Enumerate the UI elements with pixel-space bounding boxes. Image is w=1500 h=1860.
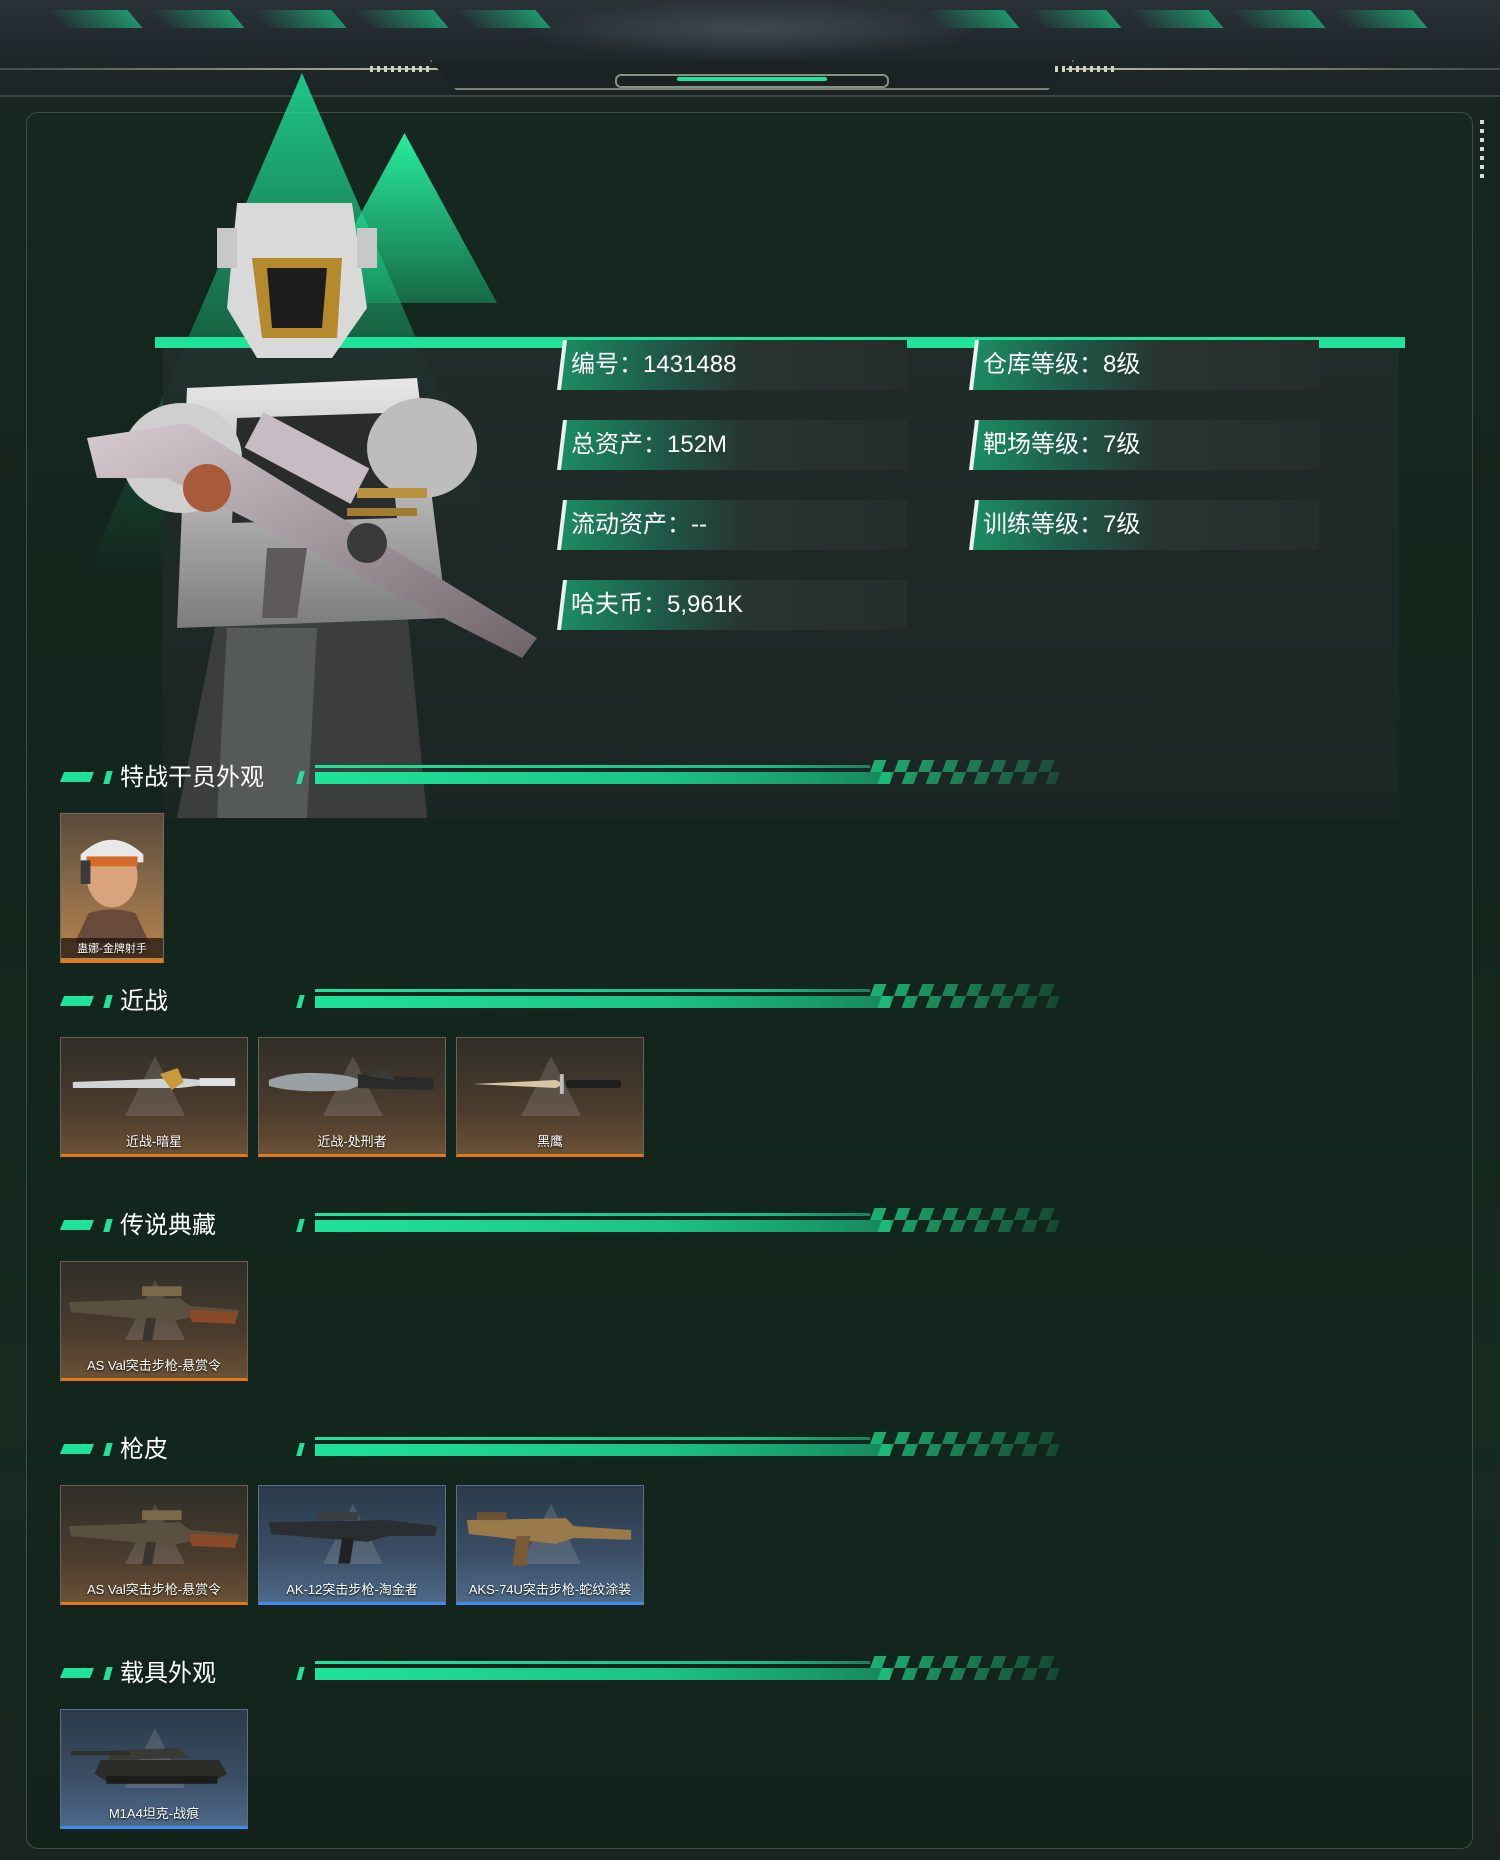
- stat-id: 编号：1431488: [557, 340, 907, 390]
- gun-skin-label-3: AKS-74U突击步枪-蛇纹涂装: [468, 1582, 632, 1597]
- stat-total-assets-text: 总资产：152M: [571, 431, 728, 458]
- stat-liquid-assets-text: 流动资产：--: [571, 511, 707, 538]
- section-header-legendary: 传说典藏: [60, 1208, 1070, 1244]
- operator-skin-card[interactable]: 蛊娜-金牌射手: [60, 813, 164, 963]
- rifle-image: [68, 1510, 240, 1566]
- stat-warehouse-level-text: 仓库等级：8级: [983, 351, 1141, 378]
- section-title-legendary: 传说典藏: [120, 1212, 216, 1239]
- stat-range-level: 靶场等级：7级: [969, 420, 1319, 470]
- operator-portrait-image: [74, 839, 150, 943]
- stat-id-text: 编号：1431488: [571, 351, 737, 378]
- top-header: [0, 0, 1500, 97]
- gun-skin-card-1[interactable]: AS Val突击步枪-悬赏令: [60, 1485, 248, 1605]
- profile-page: 编号：1431488 总资产：152M 流动资产：-- 哈夫币：5,961K 仓…: [0, 0, 1500, 1860]
- stat-havoc-coins: 哈夫币：5,961K: [557, 580, 907, 630]
- gun-skin-card-3[interactable]: AKS-74U突击步枪-蛇纹涂装: [456, 1485, 644, 1605]
- melee-item-image: [72, 1068, 236, 1090]
- section-title-melee: 近战: [120, 988, 168, 1015]
- stat-training-level-text: 训练等级：7级: [983, 511, 1141, 538]
- stat-training-level: 训练等级：7级: [969, 500, 1319, 550]
- vehicle-label-1: M1A4坦克-战痕: [108, 1806, 200, 1821]
- melee-card-3[interactable]: 黑鹰: [456, 1037, 644, 1157]
- gun-skin-label-1: AS Val突击步枪-悬赏令: [86, 1582, 222, 1597]
- section-title-operator: 特战干员外观: [120, 764, 264, 791]
- header-indicator: [615, 74, 889, 88]
- rifle-image: [466, 1512, 632, 1566]
- section-header-vehicle: 载具外观: [60, 1656, 1070, 1692]
- stat-total-assets: 总资产：152M: [557, 420, 907, 470]
- side-dots: [1480, 120, 1484, 180]
- stat-warehouse-level: 仓库等级：8级: [969, 340, 1319, 390]
- operator-skin-label: 蛊娜-金牌射手: [61, 938, 163, 958]
- vehicle-card-1[interactable]: M1A4坦克-战痕: [60, 1709, 248, 1829]
- section-header-melee: 近战: [60, 984, 1070, 1020]
- stat-range-level-text: 靶场等级：7级: [983, 431, 1141, 458]
- gun-skin-label-2: AK-12突击步枪-淘金者: [286, 1582, 418, 1597]
- rifle-image: [268, 1512, 438, 1564]
- stat-liquid-assets: 流动资产：--: [557, 500, 907, 550]
- header-ticks-left: [370, 66, 430, 72]
- header-ticks-right: [1055, 66, 1115, 72]
- section-title-gun-skins: 枪皮: [120, 1436, 168, 1463]
- melee-card-1[interactable]: 近战-暗星: [60, 1037, 248, 1157]
- header-stripes-right: [924, 10, 1428, 46]
- melee-label-2: 近战-处刑者: [317, 1134, 387, 1149]
- gun-skin-card-2[interactable]: AK-12突击步枪-淘金者: [258, 1485, 446, 1605]
- legendary-label-1: AS Val突击步枪-悬赏令: [86, 1358, 222, 1373]
- stat-havoc-coins-text: 哈夫币：5,961K: [571, 591, 744, 618]
- section-header-operator: 特战干员外观: [60, 760, 1070, 796]
- tank-image: [70, 1748, 228, 1784]
- header-glow: [520, 0, 980, 60]
- melee-item-image: [472, 1074, 622, 1094]
- melee-label-3: 黑鹰: [536, 1134, 563, 1149]
- melee-card-2[interactable]: 近战-处刑者: [258, 1037, 446, 1157]
- melee-item-image: [268, 1068, 434, 1092]
- operator-illustration: [87, 203, 537, 818]
- rifle-image: [68, 1286, 240, 1342]
- section-title-vehicle: 载具外观: [120, 1660, 216, 1687]
- section-header-gun-skins: 枪皮: [60, 1432, 1070, 1468]
- header-stripes-left: [47, 10, 551, 46]
- melee-label-1: 近战-暗星: [125, 1134, 183, 1149]
- legendary-card-1[interactable]: AS Val突击步枪-悬赏令: [60, 1261, 248, 1381]
